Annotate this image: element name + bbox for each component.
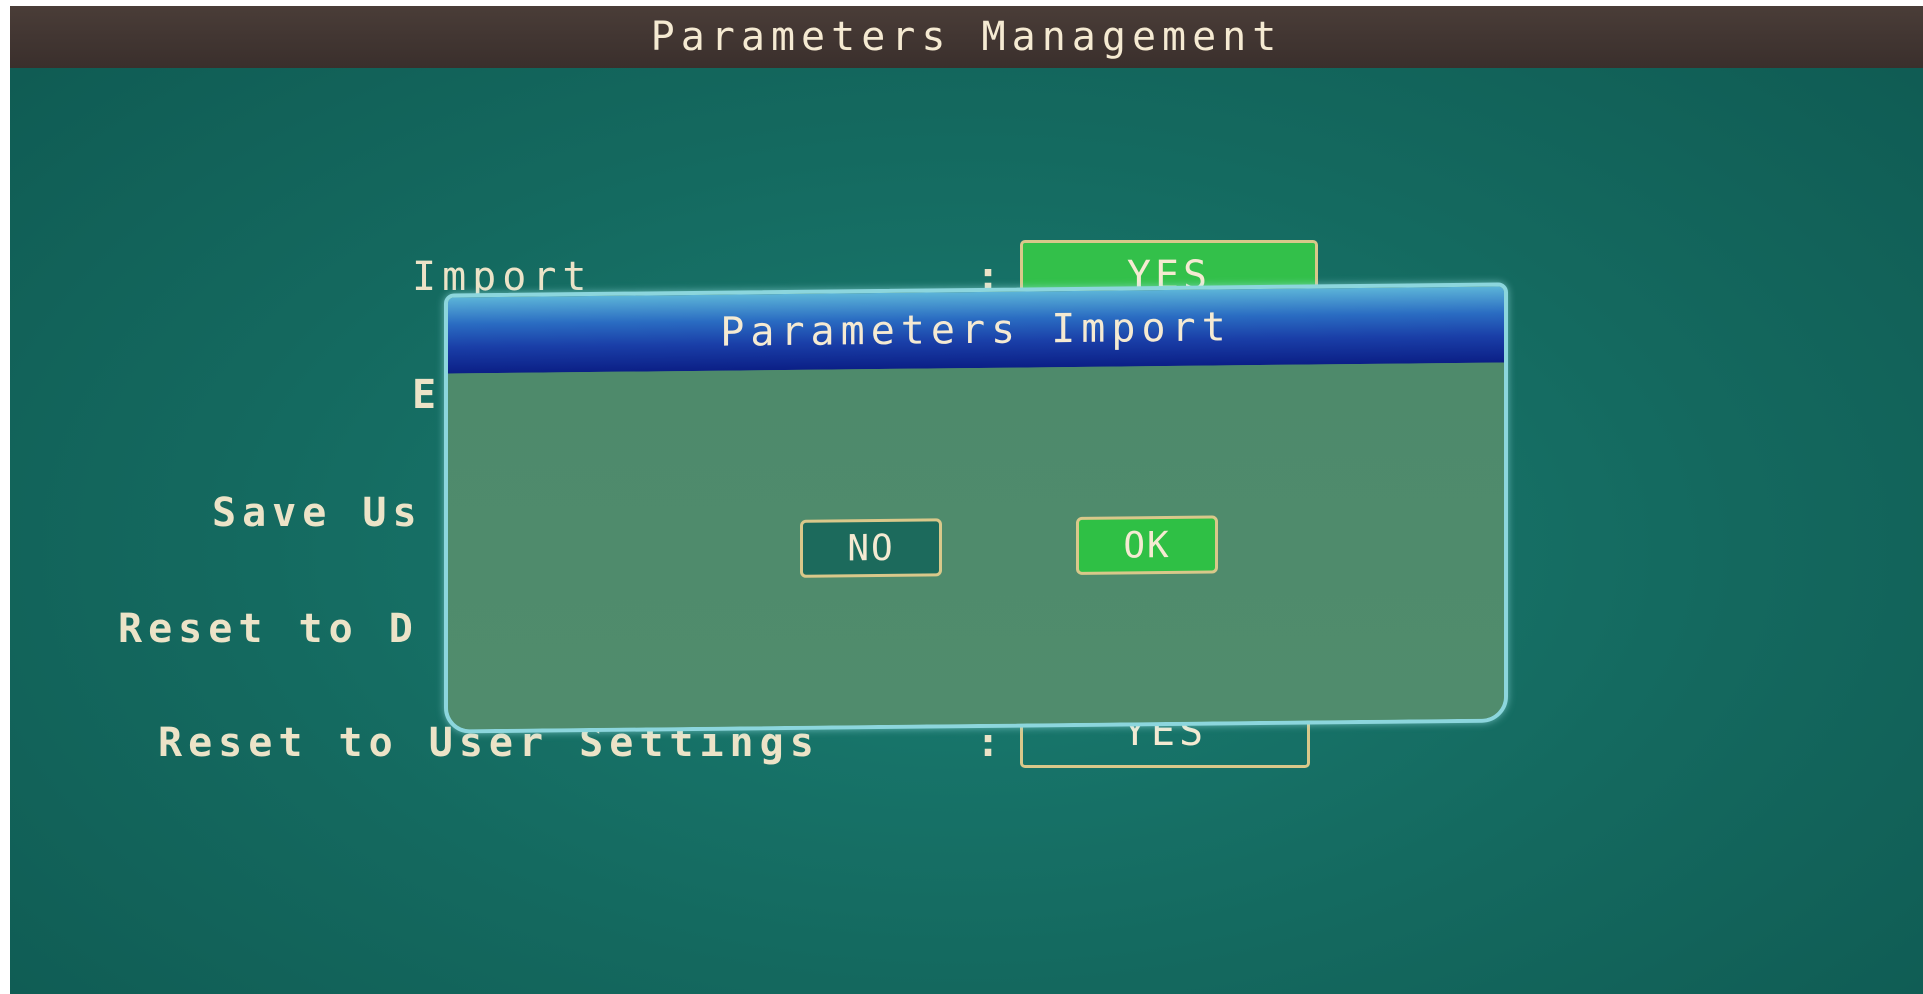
ok-button[interactable]: OK: [1076, 515, 1218, 575]
no-button-label: NO: [847, 527, 895, 569]
param-label-reset-default: Reset to D: [118, 606, 419, 652]
dialog-title: Parameters Import: [720, 304, 1232, 356]
screen: Parameters Management Import : YES E Sav…: [10, 6, 1923, 994]
no-button[interactable]: NO: [800, 518, 942, 578]
ok-button-label: OK: [1123, 524, 1171, 566]
param-label-save-user: Save Us: [212, 490, 423, 536]
title-bar: Parameters Management: [10, 6, 1923, 68]
window-title: Parameters Management: [650, 14, 1283, 60]
import-dialog: Parameters Import NO OK: [444, 282, 1508, 734]
dialog-body: NO OK: [448, 362, 1504, 734]
dialog-header: Parameters Import: [448, 286, 1504, 374]
param-label-export: E: [412, 372, 443, 418]
